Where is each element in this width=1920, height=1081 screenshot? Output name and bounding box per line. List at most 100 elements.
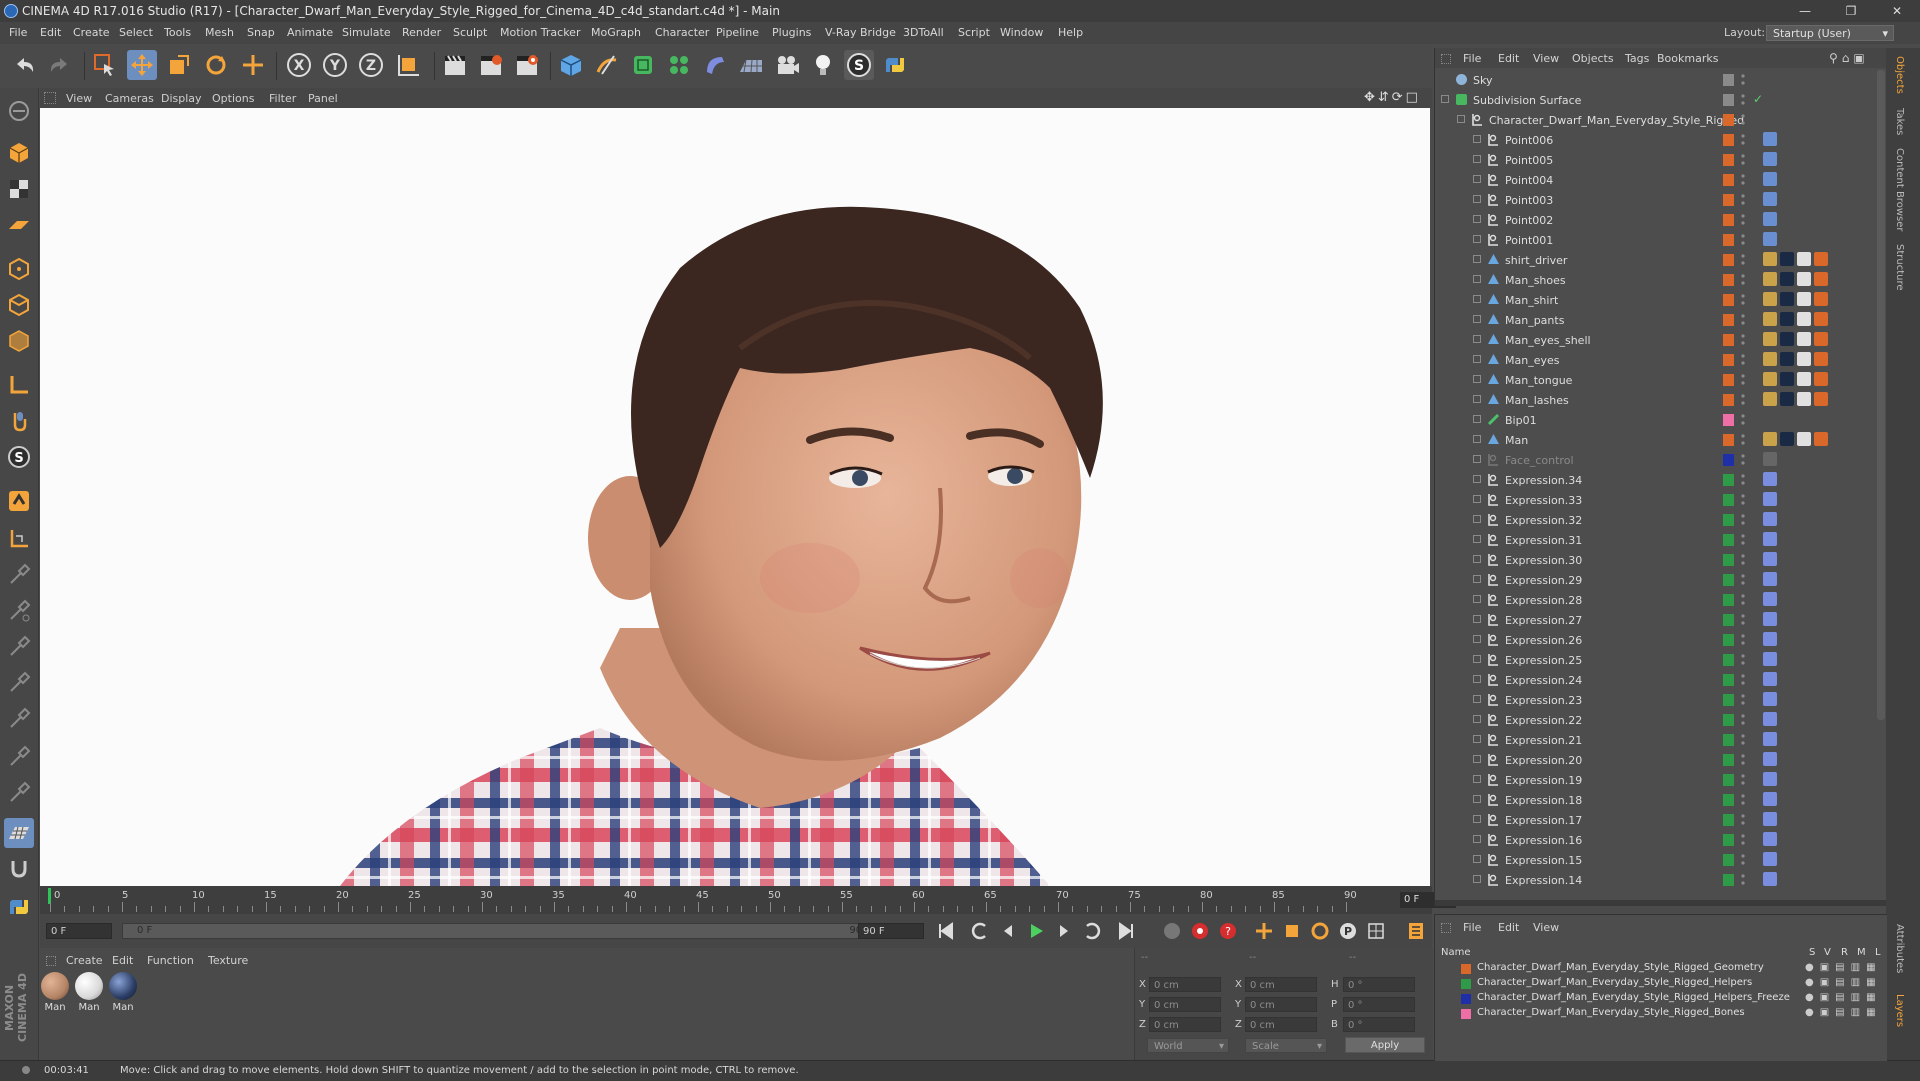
tag-icon[interactable] (1763, 812, 1777, 826)
expand-toggle-icon[interactable] (1473, 655, 1481, 663)
visibility-dots-icon[interactable] (1741, 373, 1745, 387)
expand-toggle-icon[interactable] (1473, 815, 1481, 823)
expand-toggle-icon[interactable] (1473, 195, 1481, 203)
lm-menu-file[interactable]: File (1463, 921, 1481, 934)
viewport-menu-view[interactable]: View (66, 92, 92, 105)
y-axis-button[interactable]: Y (320, 50, 350, 80)
object-row[interactable]: Expression.18 (1435, 790, 1887, 810)
layer-color-swatch[interactable] (1461, 1009, 1471, 1019)
layer-color-swatch[interactable] (1723, 534, 1734, 546)
expand-toggle-icon[interactable] (1473, 335, 1481, 343)
subdivision-surface-button[interactable] (628, 50, 658, 80)
inflate-brush-button[interactable] (4, 742, 34, 772)
tweak-mode-button[interactable] (4, 406, 34, 436)
deformer-button[interactable] (700, 50, 730, 80)
expand-toggle-icon[interactable] (1473, 355, 1481, 363)
layer-color-swatch[interactable] (1723, 234, 1734, 246)
object-row[interactable]: Expression.20 (1435, 750, 1887, 770)
layer-color-swatch[interactable] (1723, 494, 1734, 506)
layer-color-swatch[interactable] (1723, 654, 1734, 666)
tab-structure[interactable]: Structure (1894, 244, 1905, 291)
rotation-b-field[interactable]: 0 ° (1343, 1017, 1415, 1032)
layer-color-swatch[interactable] (1723, 194, 1734, 206)
object-row[interactable]: Sky (1435, 70, 1887, 90)
go-to-start-button[interactable] (934, 919, 958, 943)
visibility-dots-icon[interactable] (1741, 553, 1745, 567)
tag-icon[interactable] (1780, 392, 1794, 406)
visibility-dots-icon[interactable] (1741, 173, 1745, 187)
python-button[interactable] (880, 50, 910, 80)
tag-icon[interactable] (1763, 692, 1777, 706)
tag-icon[interactable] (1763, 252, 1777, 266)
key-position-button[interactable] (1252, 919, 1276, 943)
layer-color-swatch[interactable] (1723, 594, 1734, 606)
previous-key-button[interactable] (968, 919, 992, 943)
visibility-dots-icon[interactable] (1741, 493, 1745, 507)
visibility-dots-icon[interactable] (1741, 193, 1745, 207)
tag-icon[interactable] (1763, 332, 1777, 346)
play-button[interactable] (1024, 919, 1048, 943)
flatten-brush-button[interactable] (4, 778, 34, 808)
expand-toggle-icon[interactable] (1473, 575, 1481, 583)
layer-color-swatch[interactable] (1461, 964, 1471, 974)
tag-icon[interactable] (1814, 352, 1828, 366)
layer-color-swatch[interactable] (1723, 354, 1734, 366)
visibility-dots-icon[interactable] (1741, 573, 1745, 587)
expand-toggle-icon[interactable] (1473, 835, 1481, 843)
layer-color-swatch[interactable] (1723, 294, 1734, 306)
layer-color-swatch[interactable] (1723, 614, 1734, 626)
expand-toggle-icon[interactable] (1473, 275, 1481, 283)
render-settings-button[interactable] (512, 50, 542, 80)
range-slider[interactable]: 0 F 90 F (122, 923, 888, 939)
object-row[interactable]: Expression.16 (1435, 830, 1887, 850)
tab-layers[interactable]: Layers (1894, 994, 1905, 1027)
object-row[interactable]: Point005 (1435, 150, 1887, 170)
object-row[interactable]: Expression.32 (1435, 510, 1887, 530)
object-row[interactable]: Point001 (1435, 230, 1887, 250)
tag-icon[interactable] (1763, 712, 1777, 726)
expand-toggle-icon[interactable] (1473, 775, 1481, 783)
restore-button[interactable]: ❐ (1828, 0, 1874, 22)
tag-icon[interactable] (1763, 212, 1777, 226)
menu-tools[interactable]: Tools (164, 26, 191, 39)
om-menu-view[interactable]: View (1533, 52, 1559, 65)
menu-file[interactable]: File (9, 26, 27, 39)
expand-toggle-icon[interactable] (1473, 175, 1481, 183)
tab-content-browser[interactable]: Content Browser (1894, 148, 1905, 231)
visibility-dots-icon[interactable] (1741, 533, 1745, 547)
tag-icon[interactable] (1780, 252, 1794, 266)
tag-icon[interactable] (1763, 872, 1777, 886)
object-row[interactable]: Expression.22 (1435, 710, 1887, 730)
render-to-picture-viewer-button[interactable] (476, 50, 506, 80)
tag-icon[interactable] (1780, 312, 1794, 326)
coordinate-system-button[interactable] (394, 50, 424, 80)
menu-render[interactable]: Render (402, 26, 441, 39)
expand-toggle-icon[interactable] (1473, 735, 1481, 743)
tag-icon[interactable] (1797, 352, 1811, 366)
scale-tool-button[interactable] (164, 50, 194, 80)
expand-toggle-icon[interactable] (1473, 555, 1481, 563)
menu-window[interactable]: Window (1000, 26, 1043, 39)
tag-icon[interactable] (1763, 192, 1777, 206)
menu-motion-tracker[interactable]: Motion Tracker (500, 26, 580, 39)
tag-icon[interactable] (1780, 372, 1794, 386)
texture-mode-button[interactable] (4, 174, 34, 204)
expand-toggle-icon[interactable] (1473, 875, 1481, 883)
layer-color-swatch[interactable] (1723, 734, 1734, 746)
python-console-button[interactable] (4, 892, 34, 922)
rotation-p-field[interactable]: 0 ° (1343, 997, 1415, 1012)
tag-icon[interactable] (1763, 592, 1777, 606)
layer-toggle-icons[interactable]: ●▣▤▥▦ (1805, 1007, 1882, 1018)
layer-color-swatch[interactable] (1723, 794, 1734, 806)
transform-tool-button[interactable] (238, 50, 268, 80)
viewport-menu-display[interactable]: Display (161, 92, 202, 105)
om-menu-edit[interactable]: Edit (1498, 52, 1519, 65)
menu-3dtoall[interactable]: 3DToAll (903, 26, 944, 39)
tag-icon[interactable] (1763, 772, 1777, 786)
tag-icon[interactable] (1763, 232, 1777, 246)
tag-icon[interactable] (1814, 372, 1828, 386)
expand-toggle-icon[interactable] (1473, 395, 1481, 403)
camera-button[interactable] (772, 50, 802, 80)
expand-toggle-icon[interactable] (1473, 675, 1481, 683)
object-row[interactable]: Expression.34 (1435, 470, 1887, 490)
